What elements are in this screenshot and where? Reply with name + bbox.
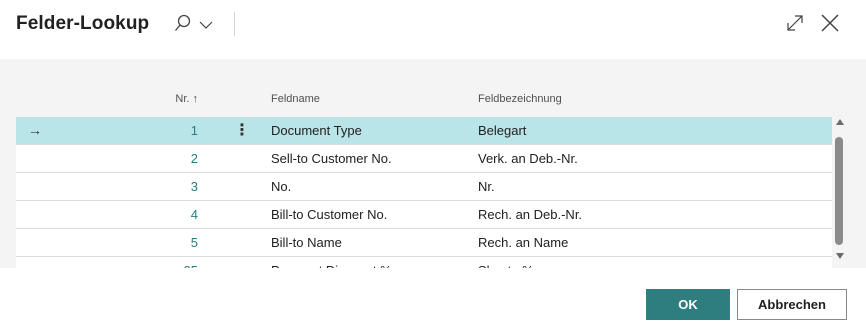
dialog-title: Felder-Lookup (16, 13, 150, 34)
dialog-footer: OK Abbrechen (0, 268, 866, 335)
dialog-header: Felder-Lookup (0, 0, 866, 50)
header-divider (234, 12, 235, 36)
row-nr[interactable]: 1 (158, 117, 198, 144)
row-feldbezeichnung: Verk. an Deb.-Nr. (478, 151, 578, 166)
row-feldname: Sell-to Customer No. (271, 151, 392, 166)
row-feldname: Document Type (271, 123, 362, 138)
table-row[interactable]: 25 Payment Discount % Skonto % (16, 257, 832, 268)
row-feldbezeichnung: Rech. an Deb.-Nr. (478, 207, 583, 222)
row-feldbezeichnung: Skonto % (478, 257, 534, 268)
scroll-thumb[interactable] (835, 137, 843, 245)
row-feldbezeichnung: Belegart (478, 123, 527, 138)
row-nr[interactable]: 3 (158, 173, 198, 200)
chevron-down-icon (199, 21, 213, 29)
scroll-up-arrow-icon[interactable] (836, 119, 844, 125)
row-feldbezeichnung: Nr. (478, 179, 495, 194)
expand-button[interactable] (783, 11, 807, 35)
ok-button[interactable]: OK (646, 289, 730, 320)
table-row[interactable]: 3 No. Nr. (16, 173, 832, 201)
table-row[interactable]: 5 Bill-to Name Rech. an Name (16, 229, 832, 257)
row-actions-menu-icon[interactable]: ⋮ (234, 117, 250, 144)
table-row[interactable]: 2 Sell-to Customer No. Verk. an Deb.-Nr. (16, 145, 832, 173)
row-feldname: Payment Discount % (271, 257, 392, 268)
row-feldname: Bill-to Customer No. (271, 207, 388, 222)
column-header-nr[interactable]: Nr. ↑ (158, 93, 198, 105)
column-header-feldname[interactable]: Feldname (271, 93, 320, 105)
row-nr[interactable]: 5 (158, 229, 198, 256)
vertical-scrollbar[interactable] (834, 119, 846, 265)
row-selected-arrow-icon: → (28, 122, 42, 138)
column-header-feldbezeichnung[interactable]: Feldbezeichnung (478, 93, 562, 105)
row-feldname: No. (271, 179, 292, 194)
cancel-button[interactable]: Abbrechen (737, 289, 847, 320)
table-row[interactable]: 4 Bill-to Customer No. Rech. an Deb.-Nr. (16, 201, 832, 229)
row-nr[interactable]: 2 (158, 145, 198, 172)
row-nr[interactable]: 25 (158, 257, 198, 268)
search-icon (175, 14, 191, 31)
close-icon (821, 14, 839, 32)
expand-icon (787, 15, 803, 31)
row-nr[interactable]: 4 (158, 201, 198, 228)
row-feldname: Bill-to Name (271, 235, 342, 250)
scroll-down-arrow-icon[interactable] (836, 253, 844, 259)
close-button[interactable] (818, 11, 842, 35)
search-button[interactable] (172, 12, 216, 36)
table-row[interactable]: → 1 ⋮ Document Type Belegart (16, 117, 832, 145)
lookup-content: Nr. ↑ Feldname Feldbezeichnung → 1 ⋮ Doc… (0, 59, 866, 268)
row-feldbezeichnung: Rech. an Name (478, 235, 569, 250)
